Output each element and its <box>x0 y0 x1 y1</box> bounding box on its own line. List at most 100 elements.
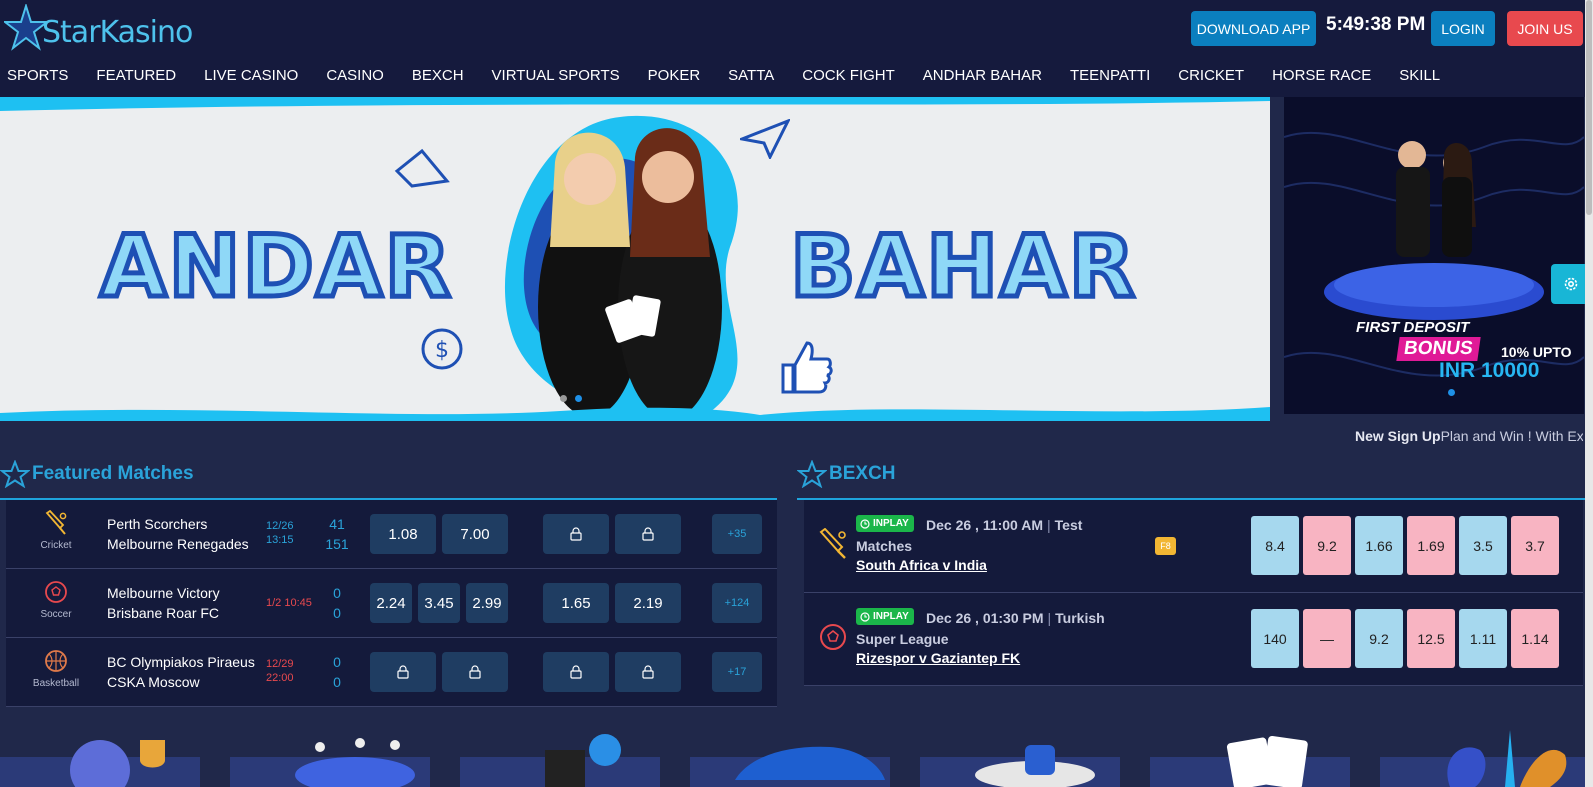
featured-matches-table: Cricket Perth Scorchers Melbourne Renega… <box>6 500 777 707</box>
join-us-button[interactable]: JOIN US <box>1507 11 1583 46</box>
back-odds-button[interactable]: 8.4 <box>1251 516 1299 575</box>
lock-icon <box>469 665 481 679</box>
back-odds-button[interactable]: 3.5 <box>1459 516 1507 575</box>
lay-odds-button[interactable]: 1.14 <box>1511 609 1559 668</box>
odds-button[interactable]: 2.99 <box>466 583 508 623</box>
more-markets-button[interactable]: +124 <box>712 583 762 623</box>
nav-item-andhar-bahar[interactable]: ANDHAR BAHAR <box>923 63 1042 93</box>
match-score: 41 151 <box>322 514 352 554</box>
roulette-art <box>295 738 415 787</box>
gear-icon <box>1564 277 1578 291</box>
match-teams[interactable]: Perth Scorchers Melbourne Renegades <box>107 514 255 554</box>
banner-word-left: ANDAR <box>98 215 454 320</box>
promo-title: FIRST DEPOSIT <box>1356 319 1470 336</box>
table-row[interactable]: Soccer Melbourne Victory Brisbane Roar F… <box>6 569 777 638</box>
banner-dot-active[interactable] <box>575 395 582 402</box>
separator: | <box>1047 517 1051 533</box>
odds-button[interactable]: 1.08 <box>370 514 436 554</box>
match-datetime: Dec 26 , 11:00 AM <box>926 517 1043 533</box>
main-nav: SPORTS FEATURED LIVE CASINO CASINO BEXCH… <box>0 63 1461 93</box>
bexch-table: Dec 26 , 11:00 AM | Test Matches INPLAY So… <box>804 500 1583 686</box>
locked-odds-button[interactable] <box>543 652 609 692</box>
lay-odds-button[interactable]: 9.2 <box>1303 516 1351 575</box>
megaphone-icon <box>394 148 450 188</box>
lay-odds-button[interactable]: 12.5 <box>1407 609 1455 668</box>
score-home: 0 <box>333 654 341 670</box>
match-name-link[interactable]: South Africa v India <box>856 557 987 573</box>
odds-button[interactable]: 1.65 <box>543 583 609 623</box>
promo-amount: INR 10000 <box>1439 359 1540 382</box>
inplay-badge: INPLAY <box>856 515 914 532</box>
team-home: BC Olympiakos Piraeus <box>107 654 255 670</box>
featured-matches-heading: Featured Matches <box>0 460 194 488</box>
lay-odds-button[interactable]: 1.69 <box>1407 516 1455 575</box>
locked-odds-button[interactable] <box>543 514 609 554</box>
odds-button[interactable]: 3.45 <box>418 583 460 623</box>
more-markets-button[interactable]: +17 <box>712 652 762 692</box>
banner-wave-bottom <box>0 407 1270 421</box>
nav-item-horse-race[interactable]: HORSE RACE <box>1272 63 1371 93</box>
site-logo[interactable]: StarKasino <box>4 4 193 52</box>
scrollbar-thumb[interactable] <box>1586 0 1592 215</box>
nav-item-cricket[interactable]: CRICKET <box>1178 63 1244 93</box>
poker-chips-art <box>975 745 1095 787</box>
locked-odds-button[interactable] <box>442 652 508 692</box>
hero-banner[interactable]: ANDAR BAHAR $ <box>0 97 1270 421</box>
nav-item-poker[interactable]: POKER <box>648 63 701 93</box>
nav-item-casino[interactable]: CASINO <box>326 63 384 93</box>
odds-button[interactable]: 2.24 <box>370 583 412 623</box>
team-away: Brisbane Roar FC <box>107 605 220 621</box>
nav-item-cock-fight[interactable]: COCK FIGHT <box>802 63 895 93</box>
match-date-day: 1/2 10:45 <box>266 597 312 609</box>
match-teams[interactable]: Melbourne Victory Brisbane Roar FC <box>107 583 255 623</box>
thumbs-up-icon <box>781 341 833 394</box>
nav-item-teenpatti[interactable]: TEENPATTI <box>1070 63 1150 93</box>
more-markets-button[interactable]: +35 <box>712 514 762 554</box>
back-odds-button[interactable]: 1.66 <box>1355 516 1403 575</box>
odds-button[interactable]: 2.19 <box>615 583 681 623</box>
nav-item-virtual-sports[interactable]: VIRTUAL SPORTS <box>492 63 620 93</box>
match-date: 1/2 10:45 <box>266 596 312 610</box>
clock: 5:49:38 PM <box>1326 14 1426 35</box>
nav-item-satta[interactable]: SATTA <box>728 63 774 93</box>
promo-upto: 10% UPTO <box>1501 344 1572 360</box>
clock-icon <box>860 611 870 622</box>
locked-odds-button[interactable] <box>615 514 681 554</box>
table-row[interactable]: Cricket Perth Scorchers Melbourne Renega… <box>6 500 777 569</box>
odds-button[interactable]: 7.00 <box>442 514 508 554</box>
nav-item-skill[interactable]: SKILL <box>1399 63 1440 93</box>
team-home: Perth Scorchers <box>107 516 208 532</box>
match-teams[interactable]: BC Olympiakos Piraeus CSKA Moscow <box>107 652 255 692</box>
back-odds-button[interactable]: 1.11 <box>1459 609 1507 668</box>
inplay-badge: INPLAY <box>856 608 914 625</box>
soccer-ball-icon <box>820 624 846 650</box>
promo-pagination-dot[interactable] <box>1448 389 1455 396</box>
star-icon <box>0 460 30 488</box>
lay-odds-button[interactable]: — <box>1303 609 1351 668</box>
table-row[interactable]: Dec 26 , 01:30 PM | Turkish Super League I… <box>804 593 1583 686</box>
nav-item-sports[interactable]: SPORTS <box>7 63 68 93</box>
score-away: 151 <box>325 536 349 552</box>
locked-odds-button[interactable] <box>615 652 681 692</box>
banner-dot[interactable] <box>560 395 567 402</box>
star-icon <box>797 460 827 488</box>
back-odds-button[interactable]: 9.2 <box>1355 609 1403 668</box>
lay-odds-button[interactable]: 3.7 <box>1511 516 1559 575</box>
table-row[interactable]: Dec 26 , 11:00 AM | Test Matches INPLAY So… <box>804 500 1583 593</box>
match-date-time: 22:00 <box>266 672 294 684</box>
nav-item-live-casino[interactable]: LIVE CASINO <box>204 63 298 93</box>
nav-item-bexch[interactable]: BEXCH <box>412 63 464 93</box>
rooster-art <box>1447 730 1567 787</box>
match-name-link[interactable]: Rizespor v Gaziantep FK <box>856 650 1020 666</box>
sport-label: Soccer <box>40 609 72 620</box>
promo-banner[interactable]: FIRST DEPOSIT BONUS 10% UPTO INR 10000 <box>1284 97 1584 414</box>
table-row[interactable]: Basketball BC Olympiakos Piraeus CSKA Mo… <box>6 638 777 707</box>
nav-item-featured[interactable]: FEATURED <box>96 63 176 93</box>
team-away: CSKA Moscow <box>107 674 200 690</box>
download-app-button[interactable]: DOWNLOAD APP <box>1191 11 1316 46</box>
inplay-label: INPLAY <box>873 611 909 622</box>
sport-cell: Soccer <box>28 579 84 620</box>
back-odds-button[interactable]: 140 <box>1251 609 1299 668</box>
login-button[interactable]: LOGIN <box>1431 11 1495 46</box>
locked-odds-button[interactable] <box>370 652 436 692</box>
